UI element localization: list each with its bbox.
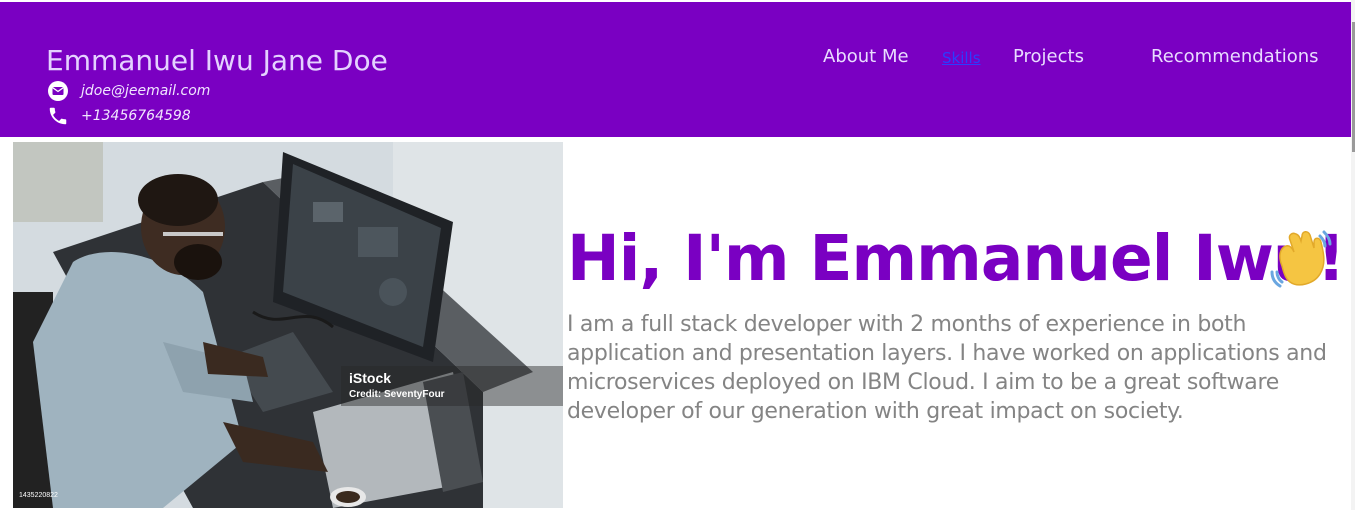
hero-bio: I am a full stack developer with 2 month… [567,312,1327,424]
stock-watermark: iStock Credit: SeventyFour [341,366,563,406]
contact-phone: +13456764598 [47,105,191,127]
phone-icon [47,105,69,127]
image-id-label: 1435220822 [19,492,58,499]
hero-photo: iStock Credit: SeventyFour 1435220822 [13,142,563,508]
hero-title: Hi, I'm Emmanuel Iwu! [567,222,1346,295]
watermark-brand: iStock [349,370,392,386]
watermark-credit: Credit: SeventyFour [349,389,445,400]
envelope-icon [47,80,69,102]
waving-hand-icon [1268,226,1334,296]
nav-link-projects[interactable]: Projects [1013,46,1084,67]
main-nav: About Me Skills Projects Recommendations [0,46,1351,76]
nav-link-skills[interactable]: Skills [942,49,981,67]
email-text: jdoe@jeemail.com [81,83,211,99]
site-header: Emmanuel Iwu Jane Doe jdoe@jeemail.com +… [0,2,1351,137]
nav-link-recommendations[interactable]: Recommendations [1151,46,1319,67]
page-scrollbar[interactable] [1351,0,1355,510]
developer-at-desk-illustration [13,142,563,508]
contact-email: jdoe@jeemail.com [47,80,210,102]
phone-text: +13456764598 [81,108,191,124]
nav-link-about-me[interactable]: About Me [823,46,909,67]
